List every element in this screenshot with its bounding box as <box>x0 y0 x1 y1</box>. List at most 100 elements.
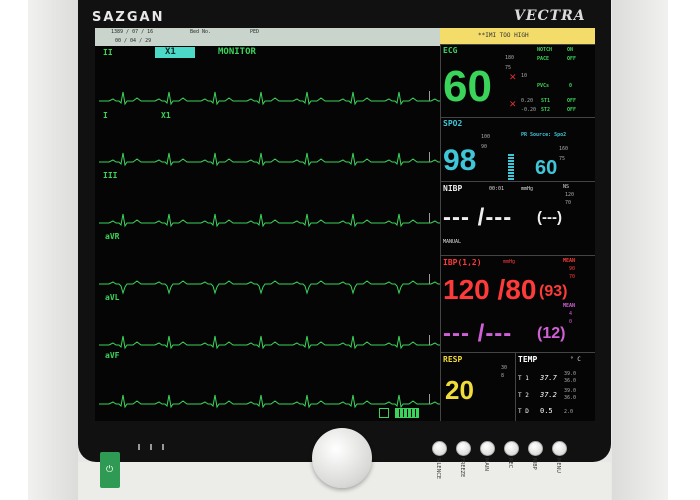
ibp-panel[interactable]: IBP(1,2) mmHg MEAN 90 70 120 /80 (93) ME… <box>440 255 595 353</box>
resp-low-limit: 8 <box>501 373 505 379</box>
spo2-low-limit: 90 <box>481 144 488 150</box>
temp-label: TEMP <box>518 355 538 364</box>
temp-unit: ° C <box>570 356 581 363</box>
st2-label: ST2 <box>541 107 551 113</box>
rec-key-label: REC <box>507 458 513 469</box>
brand-logo: SAZGAN <box>92 10 165 25</box>
ibp2-value: --- /--- <box>443 320 513 347</box>
lead-label-iii: III <box>103 171 118 180</box>
nibp-key[interactable] <box>528 441 543 456</box>
nibp-ns: NS <box>563 184 570 190</box>
power-icon: ⏻ <box>106 465 114 475</box>
rec-key[interactable] <box>504 441 519 456</box>
silence-key[interactable] <box>432 441 447 456</box>
pvc-value: 0 <box>569 83 573 89</box>
indicator-led <box>138 444 140 450</box>
network-icon <box>379 408 389 418</box>
pace-label: PACE <box>537 56 550 62</box>
scale-marker <box>429 335 430 345</box>
temp-row-name: T D <box>518 408 529 415</box>
nibp-high-limit: 120 <box>565 192 575 198</box>
freeze-key-label: FREEZE <box>459 458 465 478</box>
date-readout: 1389 / 07 / 16 <box>111 29 154 35</box>
nibp-time: 00:01 <box>489 186 505 192</box>
patient-type: PED <box>250 29 260 35</box>
nibp-unit: mmHg <box>521 186 534 192</box>
pvc-label: PVCs <box>537 83 550 89</box>
nibp-panel[interactable]: NIBP 00:01 mmHg NS 120 70 --- /--- (---)… <box>440 181 595 256</box>
resp-panel[interactable]: RESP 20 30 8 <box>440 352 516 421</box>
lead-label-ii: II <box>103 48 113 57</box>
ibp1-mean: (93) <box>539 283 568 300</box>
rotary-knob[interactable] <box>312 428 372 488</box>
st1-value: OFF <box>567 98 577 104</box>
temp-row-name: T 1 <box>518 375 529 382</box>
pr-high-limit: 160 <box>559 146 569 152</box>
scale-marker <box>429 213 430 223</box>
gain-label: X1 <box>165 47 176 57</box>
heart-rate-value: 60 <box>443 62 492 111</box>
indicator-led <box>150 444 152 450</box>
temp-row-value: 37.7 <box>540 374 557 382</box>
resp-label: RESP <box>443 355 463 364</box>
indicator-led <box>162 444 164 450</box>
resp-high-limit: 30 <box>501 365 508 371</box>
spo2-label: SPO2 <box>443 119 463 128</box>
temp-row-value: 37.2 <box>540 391 557 399</box>
ecg-trace-avf <box>99 394 467 409</box>
spo2-value: 98 <box>443 144 477 177</box>
pvc-alarm-off-icon: ✕ <box>509 73 517 83</box>
model-logo: VECTRA <box>514 8 586 24</box>
ibp2-mean-label: MEAN <box>563 303 576 309</box>
ibp1-value: 120 /80 <box>443 274 537 305</box>
st-alarm-off-icon: ✕ <box>509 100 517 110</box>
battery-icon <box>395 408 419 418</box>
main-key-label: MAIN <box>483 458 489 471</box>
spo2-panel[interactable]: SPO2 98 100 90 PR Source: Spo2 60 160 75 <box>440 117 595 182</box>
lead-gain-i: X1 <box>161 111 171 120</box>
notch-label: NOTCH <box>537 47 553 53</box>
power-button[interactable]: ⏻ <box>100 452 120 488</box>
temp-row-low: 36.0 <box>564 378 577 384</box>
ibp2-high-limit: 4 <box>569 311 573 317</box>
lead-label-avf: aVF <box>105 351 120 360</box>
spo2-high-limit: 100 <box>481 134 491 140</box>
ecg-trace-avr <box>99 280 467 295</box>
temp-row-high: 39.0 <box>564 388 577 394</box>
scale-marker <box>429 394 430 404</box>
menu-key[interactable] <box>552 441 567 456</box>
filter-mode-label: MONITOR <box>218 47 256 57</box>
nibp-mode: MANUAL <box>443 239 462 245</box>
waveform-area <box>95 46 467 421</box>
nibp-mean: (---) <box>537 209 562 226</box>
main-key[interactable] <box>480 441 495 456</box>
pace-value: OFF <box>567 56 577 62</box>
scale-marker <box>429 152 430 162</box>
lead-label-avr: aVR <box>105 232 120 241</box>
nibp-value: --- /--- <box>443 204 513 231</box>
alarm-message: **IMI TOO HIGH <box>478 32 529 39</box>
temp-row-name: T 2 <box>518 392 529 399</box>
time-readout: 00 / 04 / 29 <box>115 38 152 44</box>
ibp1-low-limit: 70 <box>569 274 576 280</box>
lead-label-avl: aVL <box>105 293 120 302</box>
nibp-key-label: NIBP <box>531 458 537 470</box>
case-left-edge <box>28 0 78 500</box>
freeze-key[interactable] <box>456 441 471 456</box>
ecg-trace-ii <box>99 91 467 106</box>
ecg-trace-iii <box>99 213 467 228</box>
ecg-trace-i <box>99 152 467 167</box>
alarm-banner: **IMI TOO HIGH <box>440 28 595 44</box>
temp-row-low: 36.0 <box>564 395 577 401</box>
pleth-bar-graph <box>508 154 514 180</box>
ecg-panel[interactable]: ECG 60 180 75 NOTCH ON PACE OFF ✕ 10 PVC… <box>440 44 595 118</box>
ibp-unit: mmHg <box>503 259 516 265</box>
notch-value: ON <box>567 47 574 53</box>
ibp1-mean-label: MEAN <box>563 258 576 264</box>
pulse-rate-value: 60 <box>535 157 558 179</box>
hr-low-limit: 75 <box>505 65 512 71</box>
temp-panel[interactable]: TEMP ° C T 1 37.7 39.0 36.0 T 2 37.2 39.… <box>515 352 595 421</box>
nibp-low-limit: 70 <box>565 200 572 206</box>
ibp1-high-limit: 90 <box>569 266 576 272</box>
temp-row-high: 39.0 <box>564 371 577 377</box>
